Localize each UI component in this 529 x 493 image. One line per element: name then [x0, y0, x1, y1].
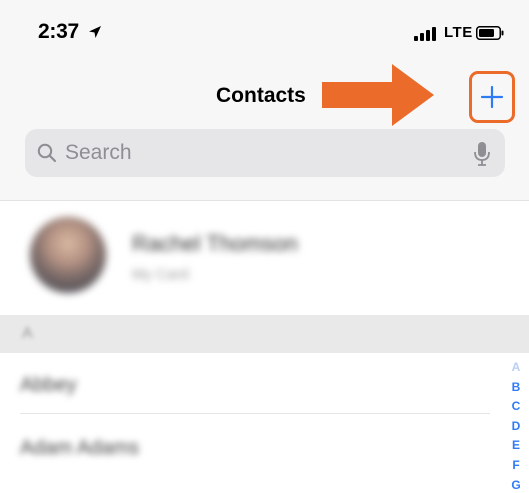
index-letter[interactable]: E — [504, 436, 528, 456]
location-arrow-icon — [89, 26, 101, 38]
callout-arrow-icon — [322, 64, 434, 126]
search-input[interactable] — [65, 129, 455, 177]
avatar — [30, 217, 106, 293]
index-letter[interactable]: A — [504, 358, 528, 378]
contact-name: Adam Adams — [20, 437, 139, 459]
section-header: A — [0, 315, 529, 353]
header: 2:37 LTE Contacts — [0, 0, 529, 200]
cellular-signal-icon — [414, 27, 442, 41]
battery-icon — [476, 26, 504, 40]
status-bar: 2:37 LTE — [0, 0, 529, 60]
section-letter: A — [22, 325, 33, 342]
page-title: Contacts — [216, 84, 306, 107]
plus-icon — [480, 85, 504, 109]
section-index[interactable]: A B C D E F G — [504, 358, 528, 493]
contact-name: Abbey — [20, 374, 77, 396]
network-type: LTE — [444, 24, 473, 41]
index-letter[interactable]: D — [504, 417, 528, 437]
search-bar[interactable] — [25, 129, 505, 177]
add-contact-button[interactable] — [469, 71, 515, 123]
index-letter[interactable]: C — [504, 397, 528, 417]
my-card-subtitle: My Card — [132, 266, 189, 283]
my-card[interactable]: Rachel Thomson My Card — [0, 201, 529, 311]
index-letter[interactable]: B — [504, 378, 528, 398]
contact-row[interactable]: Adam Adams — [0, 415, 500, 485]
index-letter[interactable]: F — [504, 456, 528, 476]
status-time: 2:37 — [38, 20, 79, 43]
microphone-icon[interactable] — [473, 141, 491, 167]
row-divider — [20, 413, 490, 414]
index-letter[interactable]: G — [504, 476, 528, 493]
my-card-name: Rachel Thomson — [132, 231, 298, 256]
contact-row[interactable]: Abbey — [0, 356, 500, 414]
search-icon — [37, 143, 57, 163]
